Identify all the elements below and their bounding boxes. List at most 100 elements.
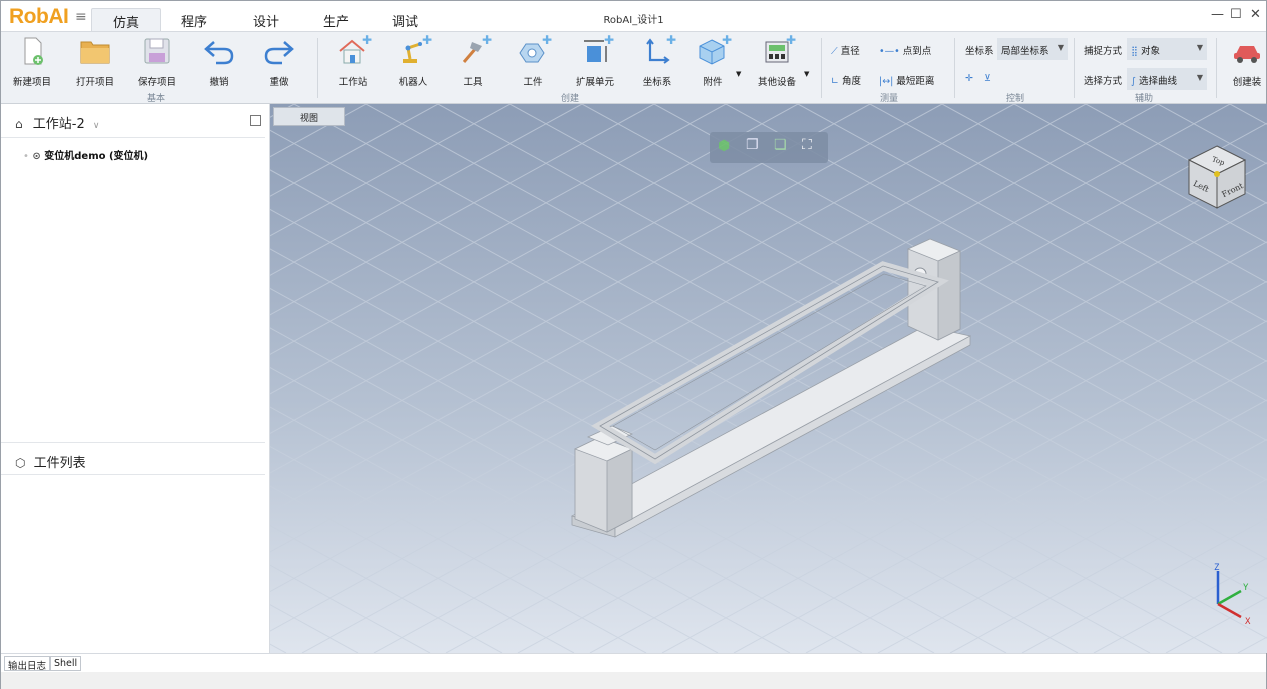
panel-toggle-icon[interactable]: [250, 115, 261, 126]
add-plus-icon: ✚: [785, 33, 796, 47]
maximize-button[interactable]: ☐: [1230, 7, 1242, 22]
grid-line: [365, 104, 1267, 600]
tree-bullet-icon: •: [23, 151, 29, 162]
station-button[interactable]: ✚ 工作站: [331, 33, 375, 88]
tree-item-positioner[interactable]: • ⊙ 变位机demo (变位机): [23, 147, 148, 162]
grid-line: [270, 104, 583, 276]
output-log-tab[interactable]: 输出日志: [4, 656, 51, 672]
open-project-button[interactable]: 打开项目: [73, 36, 117, 88]
divider: [1, 474, 265, 475]
home-icon: ⌂: [15, 117, 23, 131]
view-select-icon[interactable]: ❐: [746, 137, 759, 153]
snap-mode-select[interactable]: ⣿ 对象 ▼: [1127, 38, 1207, 60]
view-fit-icon[interactable]: ⛶: [802, 137, 812, 153]
add-plus-icon: ✚: [665, 33, 676, 47]
add-plus-icon: ✚: [481, 33, 492, 47]
view-iso-cube-icon[interactable]: ⬢: [718, 138, 730, 154]
align-icon[interactable]: ⊻: [984, 73, 991, 84]
accessory-button[interactable]: ✚ 附件: [691, 33, 735, 88]
grid-line: [653, 104, 1267, 442]
measure-point-to-point-button[interactable]: •—• 点到点: [879, 43, 931, 57]
group-label-control: 控制: [1006, 94, 1025, 104]
axis-y-label: Y: [1243, 583, 1249, 593]
extension-unit-button[interactable]: ✚ 扩展单元: [569, 33, 621, 88]
ribbon-separator: [1216, 38, 1217, 98]
curve-icon: ∫: [1131, 76, 1136, 87]
status-bar: [1, 672, 1266, 689]
selection-mode-label: 选择方式: [1084, 76, 1123, 87]
view-tab[interactable]: 视图: [273, 107, 345, 126]
grid-line: [270, 104, 1231, 632]
new-file-icon: [15, 36, 49, 66]
tool-button[interactable]: ✚ 工具: [451, 33, 495, 88]
redo-button[interactable]: 重做: [257, 36, 301, 88]
grid-line: [270, 485, 575, 653]
undo-button[interactable]: 撤销: [197, 36, 241, 88]
close-button[interactable]: ✕: [1250, 7, 1261, 22]
view-cube[interactable]: Top Left Front: [1185, 142, 1249, 212]
other-devices-button[interactable]: ✚ 其他设备: [753, 33, 801, 88]
ribbon-separator: [1074, 38, 1075, 98]
new-project-button[interactable]: 新建项目: [10, 36, 54, 88]
accessory-cube-icon: ✚: [696, 33, 732, 66]
add-plus-icon: ✚: [421, 33, 432, 47]
grid-line: [270, 104, 1159, 593]
grid-dots-icon: ⣿: [1131, 46, 1138, 57]
grid-line: [661, 320, 1267, 653]
add-plus-icon: ✚: [721, 33, 732, 47]
group-label-basic: 基本: [147, 94, 166, 104]
station-header[interactable]: ⌂ 工作站-2 ∨: [15, 113, 99, 132]
ribbon-separator: [954, 38, 955, 98]
grid-line: [373, 162, 1267, 653]
save-icon: [140, 36, 174, 66]
title-tab-bar: RobAI ≡ 仿真 程序 设计 生产 调试 RobAI_设计1 — ☐ ✕: [1, 1, 1266, 31]
grid-line: [270, 604, 359, 653]
3d-viewport[interactable]: 视图 ⬢ ❐ ❏ ⛶ Top Left Front Z Y X: [270, 104, 1267, 653]
ground-grid: [270, 104, 1267, 653]
workpiece-button[interactable]: ✚ 工件: [511, 33, 555, 88]
measure-min-distance-button[interactable]: |↔| 最短距离: [879, 73, 934, 87]
coordinate-system-select[interactable]: 局部坐标系 ▼: [997, 38, 1068, 60]
shell-tab[interactable]: Shell: [50, 656, 82, 671]
minimize-button[interactable]: —: [1211, 7, 1224, 22]
car-icon: [1230, 36, 1264, 66]
point-to-point-icon: •—•: [879, 46, 900, 57]
device-panel-icon: ✚: [760, 33, 796, 66]
group-label-create: 创建: [561, 94, 580, 104]
robot-button[interactable]: ✚ 机器人: [391, 33, 435, 88]
axis-x-label: X: [1245, 617, 1251, 627]
selection-mode-select[interactable]: ∫ 选择曲线 ▼: [1127, 68, 1207, 90]
add-plus-icon: ✚: [361, 33, 372, 47]
group-label-assist: 辅助: [1135, 94, 1154, 104]
window-title: RobAI_设计1: [603, 15, 664, 26]
station-title: 工作站-2: [32, 117, 85, 132]
diameter-icon: ⟋: [831, 46, 838, 57]
axis-z-label: Z: [1214, 563, 1220, 573]
chevron-down-icon: ▼: [1057, 43, 1064, 52]
view-toolbar: ⬢ ❐ ❏ ⛶: [710, 132, 828, 163]
coordinate-frame-button[interactable]: ✚ 坐标系: [635, 33, 679, 88]
measure-angle-button[interactable]: ∟ 角度: [831, 73, 861, 87]
view-shaded-icon[interactable]: ❏: [774, 137, 787, 153]
undo-icon: [202, 36, 236, 66]
create-assembly-button[interactable]: 创建装: [1227, 36, 1267, 88]
extension-unit-icon: ✚: [578, 33, 614, 66]
workpiece-list-header: ⬡ 工件列表: [15, 456, 86, 471]
grid-line: [270, 643, 287, 653]
move-cross-icon[interactable]: ✛: [965, 73, 973, 84]
tool-hammer-icon: ✚: [456, 33, 492, 66]
save-project-button[interactable]: 保存项目: [135, 36, 179, 88]
ribbon-separator: [821, 38, 822, 98]
divider: [1, 442, 265, 443]
workpiece-nut-icon: ✚: [516, 33, 552, 66]
chevron-down-icon: ▼: [1196, 73, 1203, 82]
measure-diameter-button[interactable]: ⟋ 直径: [831, 43, 860, 57]
angle-icon: ∟: [831, 76, 839, 87]
accessory-dropdown-arrow-icon[interactable]: ▼: [736, 70, 741, 78]
grid-line: [270, 104, 799, 395]
min-distance-icon: |↔|: [879, 76, 894, 87]
add-plus-icon: ✚: [541, 33, 552, 47]
positioner-model[interactable]: [570, 238, 972, 538]
grid-line: [270, 564, 431, 653]
other-devices-dropdown-arrow-icon[interactable]: ▼: [804, 70, 809, 78]
